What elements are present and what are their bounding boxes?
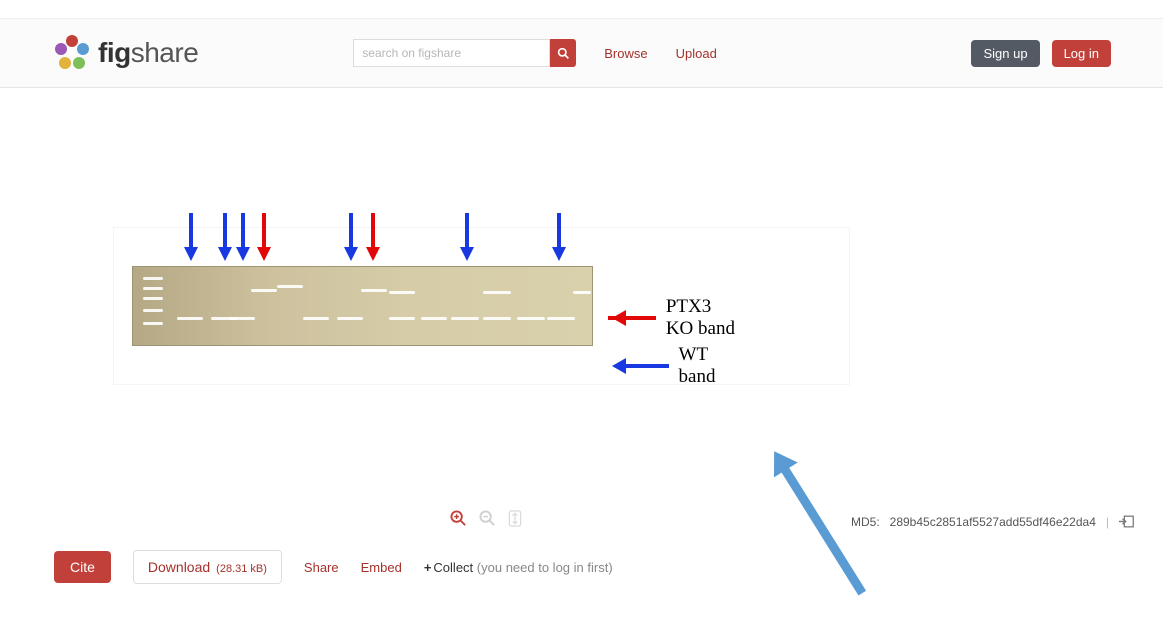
- auth-buttons: Sign up Log in: [971, 40, 1111, 67]
- search-group: [353, 39, 576, 67]
- browse-link[interactable]: Browse: [604, 46, 647, 61]
- legend-wt-label: WT band: [679, 344, 736, 388]
- logo-text: figshare: [98, 37, 198, 69]
- search-button[interactable]: [550, 39, 576, 67]
- header-bar: figshare Browse Upload Sign up Log in: [0, 18, 1163, 88]
- separator: |: [1106, 515, 1109, 529]
- fit-icon: [508, 510, 522, 527]
- cite-button[interactable]: Cite: [54, 551, 111, 583]
- zoom-out-button: [479, 510, 496, 527]
- figure-legend: PTX3 KO band WT band: [622, 296, 735, 392]
- download-size: (28.31 kB): [216, 563, 267, 575]
- action-bar: Cite Download (28.31 kB) Share Embed +Co…: [54, 550, 613, 584]
- search-icon: [557, 47, 570, 60]
- collect-action[interactable]: +Collect (you need to log in first): [424, 560, 613, 575]
- collect-label: Collect: [433, 560, 473, 575]
- popout-button[interactable]: [1119, 514, 1135, 529]
- share-link[interactable]: Share: [304, 560, 339, 575]
- zoom-out-icon: [479, 510, 496, 527]
- figshare-logo-icon: [52, 33, 92, 73]
- signup-button[interactable]: Sign up: [971, 40, 1039, 67]
- md5-value: 289b45c2851af5527add55df46e22da4: [890, 515, 1096, 529]
- embed-link[interactable]: Embed: [361, 560, 402, 575]
- gel-figure: PTX3 KO band WT band: [132, 266, 593, 346]
- plus-icon: +: [424, 560, 432, 575]
- fit-button[interactable]: [508, 510, 522, 527]
- popout-icon: [1119, 514, 1135, 529]
- download-label: Download: [148, 559, 210, 575]
- collect-note: (you need to log in first): [477, 560, 613, 575]
- md5-label: MD5:: [851, 515, 880, 529]
- zoom-in-icon: [450, 510, 467, 527]
- md5-display: MD5: 289b45c2851af5527add55df46e22da4 |: [851, 514, 1135, 529]
- legend-arrow-blue-icon: [622, 364, 669, 368]
- logo[interactable]: figshare: [52, 33, 198, 73]
- annotation-arrow-icon: [780, 465, 866, 595]
- image-viewer[interactable]: PTX3 KO band WT band: [114, 228, 849, 384]
- login-button[interactable]: Log in: [1052, 40, 1111, 67]
- zoom-in-button[interactable]: [450, 510, 467, 527]
- legend-ko-label: PTX3 KO band: [666, 296, 736, 340]
- nav-links: Browse Upload: [604, 46, 717, 61]
- viewer-controls: [450, 510, 522, 527]
- upload-link[interactable]: Upload: [676, 46, 717, 61]
- search-input[interactable]: [353, 39, 550, 67]
- legend-arrow-red-icon: [622, 316, 656, 320]
- download-button[interactable]: Download (28.31 kB): [133, 550, 282, 584]
- gel-image: [132, 266, 593, 346]
